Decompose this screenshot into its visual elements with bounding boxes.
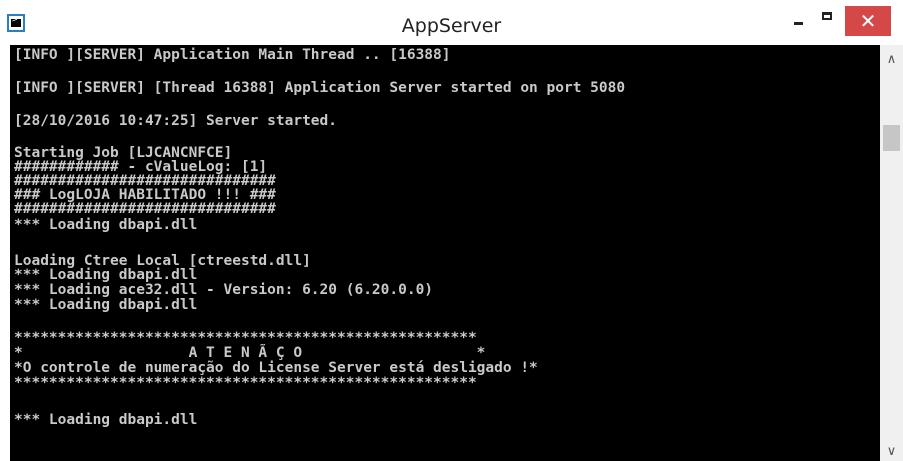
console-line: * A T E N Ã Ç O *	[14, 345, 486, 361]
minimize-button[interactable]	[786, 6, 812, 36]
close-button[interactable]: ✕	[845, 6, 891, 36]
console-line: ****************************************…	[14, 375, 477, 391]
console-line: *** Loading ace32.dll - Version: 6.20 (6…	[14, 282, 434, 298]
vertical-scrollbar[interactable]: ∧ ∨	[880, 45, 903, 461]
console-line: Loading Ctree Local [ctreestd.dll]	[14, 253, 311, 269]
console-window: AppServer ✕ [INFO ][SERVER] Application …	[0, 6, 903, 461]
console-line: *** Loading dbapi.dll	[14, 217, 198, 233]
scrollbar-thumb[interactable]	[883, 125, 900, 151]
console-line: ##############################	[14, 201, 276, 217]
console-line: *** Loading dbapi.dll	[14, 412, 198, 428]
console-line: ##############################	[14, 173, 276, 189]
console-line: ############ - cValueLog: [1]	[14, 159, 268, 175]
console-line: [INFO ][SERVER] [Thread 16388] Applicati…	[14, 80, 626, 96]
chevron-up-icon[interactable]: ∧	[880, 51, 903, 67]
console-line: *O controle de numeração do License Serv…	[14, 360, 538, 376]
title-bar[interactable]: AppServer ✕	[0, 6, 903, 44]
maximize-button[interactable]	[815, 6, 841, 36]
console-line: Starting Job [LJCANCNFCE]	[14, 145, 233, 161]
close-icon: ✕	[859, 9, 877, 33]
console-line: [28/10/2016 10:47:25] Server started.	[14, 113, 338, 129]
console-line: *** Loading dbapi.dll	[14, 267, 198, 283]
console-line: [INFO ][SERVER] Application Main Thread …	[14, 47, 451, 63]
window-title: AppServer	[401, 15, 502, 37]
chevron-down-icon[interactable]: ∨	[880, 443, 903, 459]
console-line: ****************************************…	[14, 330, 477, 346]
console-line: *** Loading dbapi.dll	[14, 297, 198, 313]
console-line: ### LogLOJA HABILITADO !!! ###	[14, 187, 276, 203]
console-output[interactable]: [INFO ][SERVER] Application Main Thread …	[10, 45, 880, 461]
